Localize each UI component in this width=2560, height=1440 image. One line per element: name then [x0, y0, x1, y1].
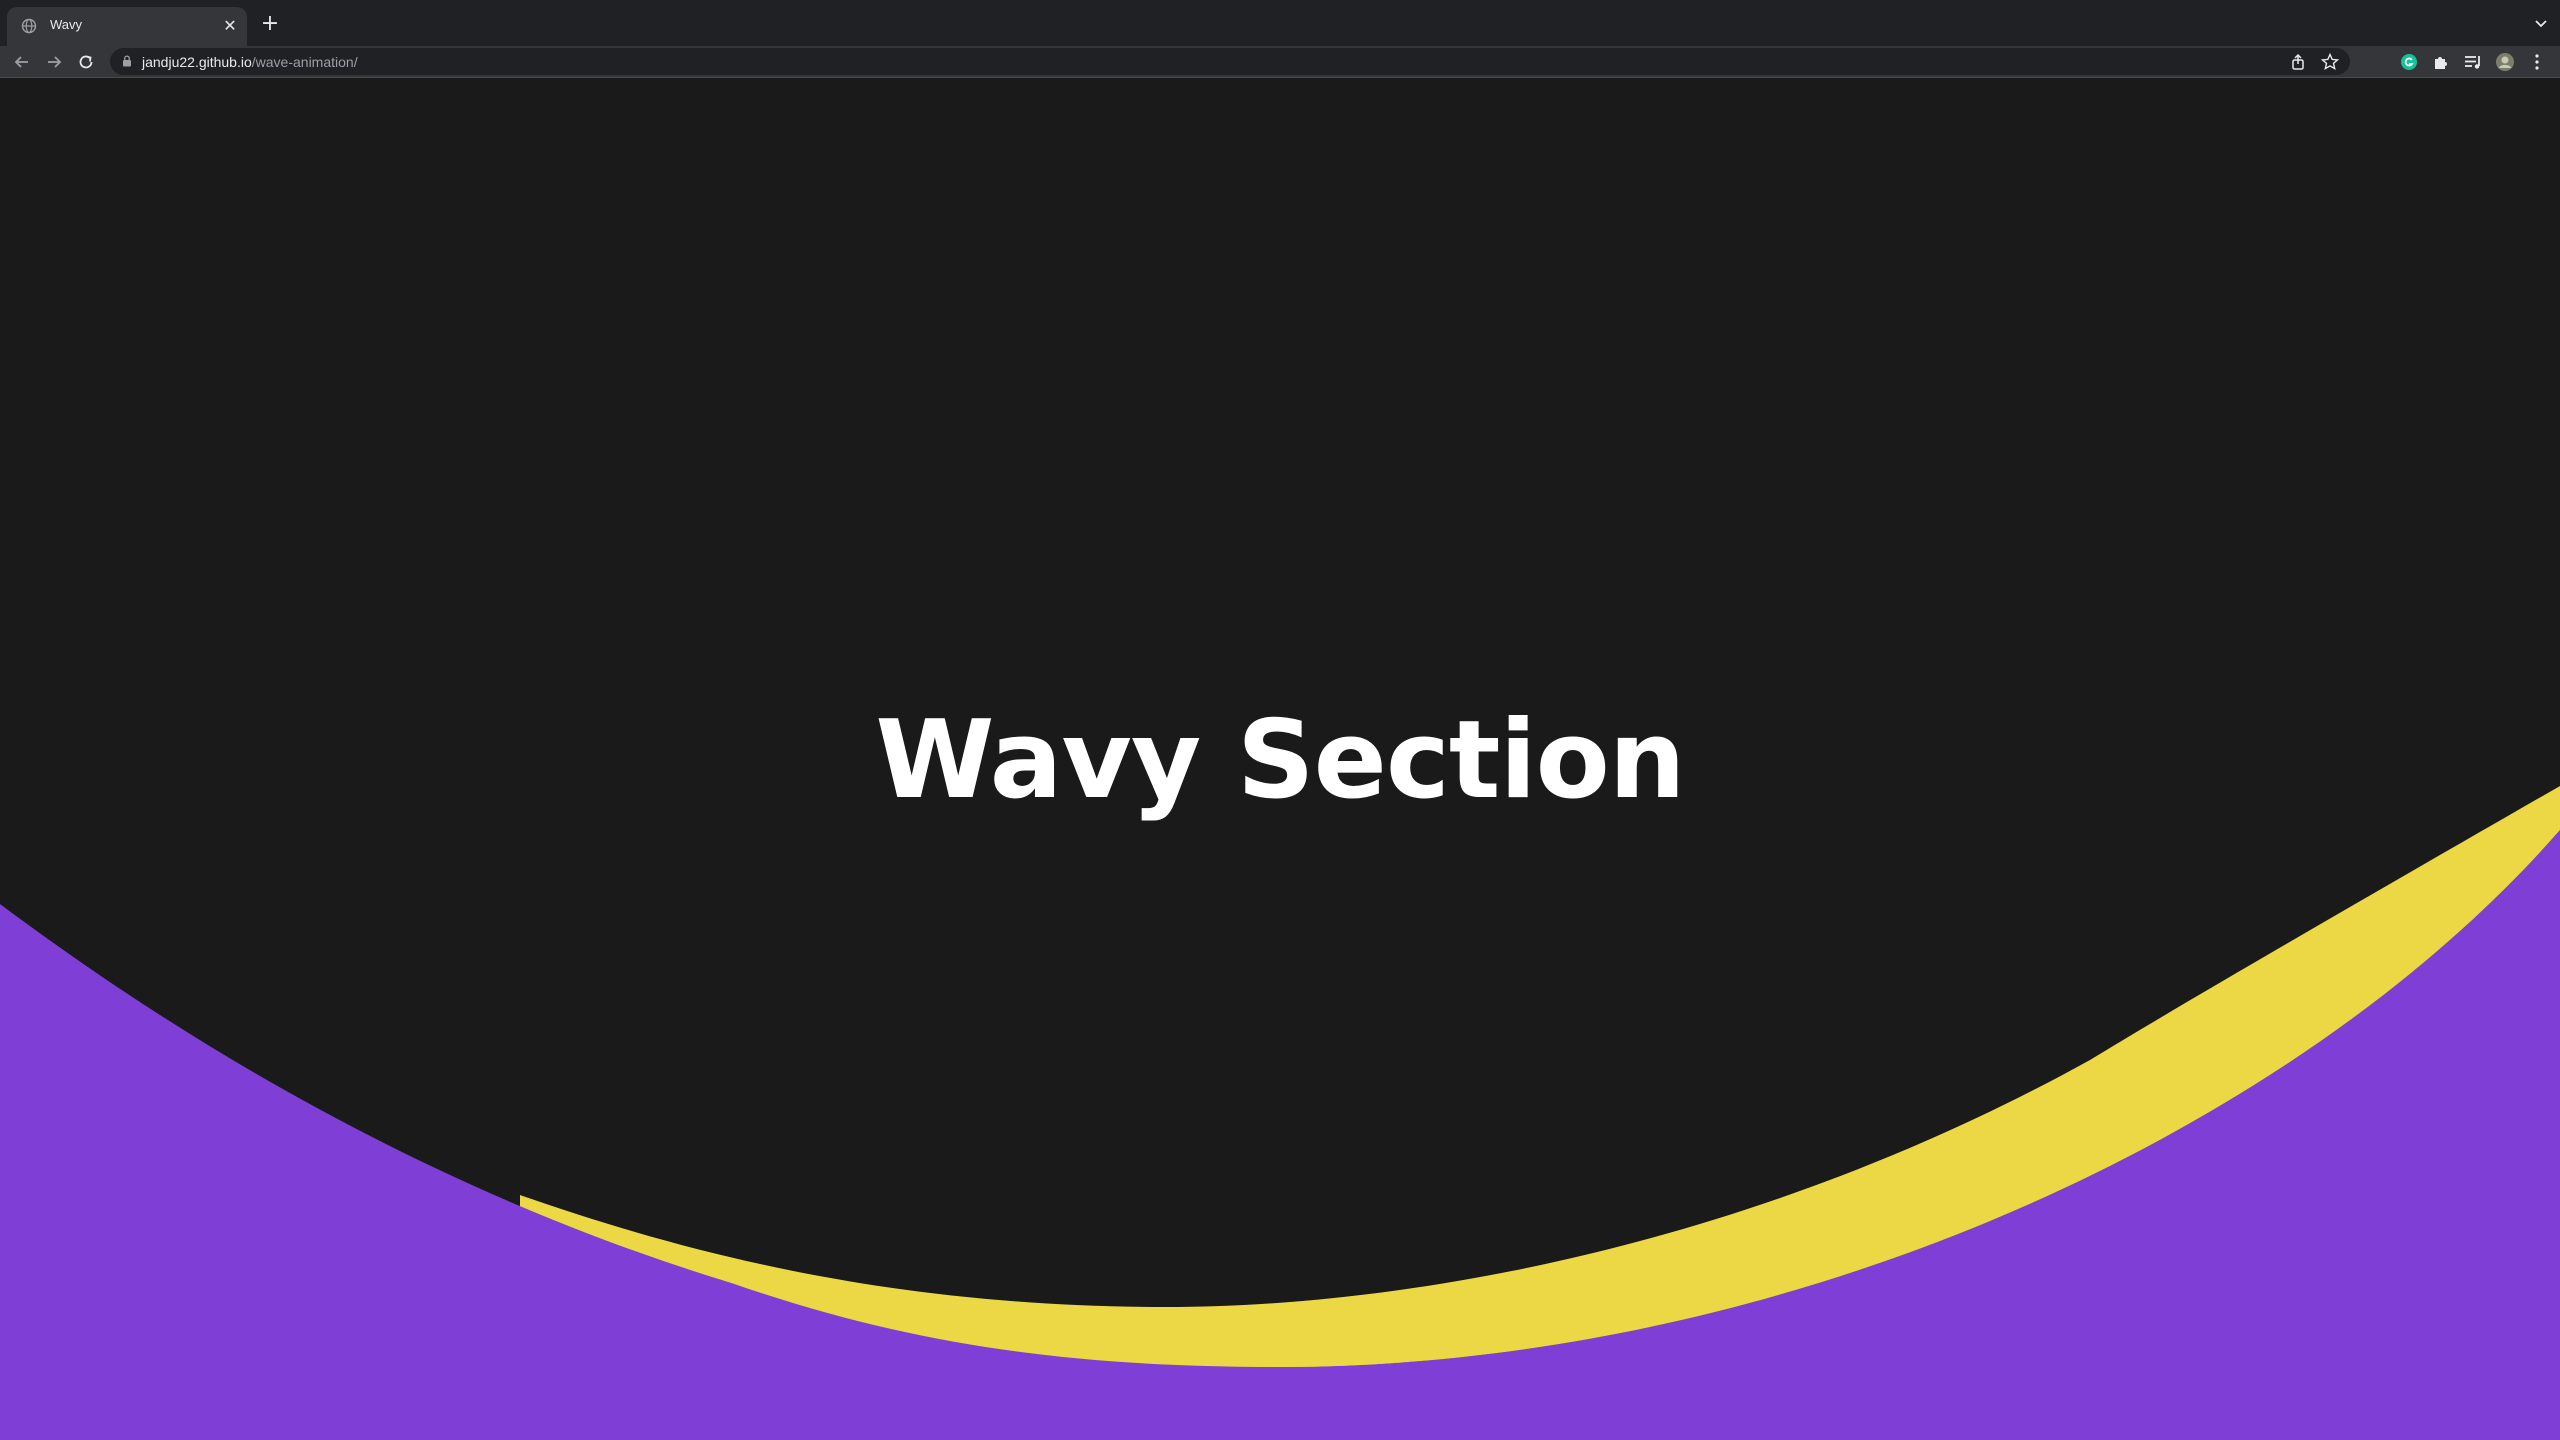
url-host: jandju22.github.io: [142, 54, 252, 70]
browser-window: Wavy ✕ + jandju22.github.io/wave-animati…: [0, 0, 2560, 1440]
media-list-icon[interactable]: [2462, 51, 2484, 73]
kebab-menu-icon[interactable]: [2526, 51, 2548, 73]
share-icon[interactable]: [2288, 52, 2308, 72]
lock-icon: [123, 55, 131, 67]
chevron-down-icon[interactable]: [2530, 12, 2552, 34]
new-tab-button[interactable]: +: [258, 12, 282, 36]
back-arrow-icon[interactable]: [11, 51, 33, 73]
tab-close-button[interactable]: ✕: [221, 17, 239, 35]
globe-icon: [21, 18, 37, 34]
tab-strip: Wavy ✕ +: [0, 0, 2560, 46]
url-text: jandju22.github.io/wave-animation/: [142, 54, 358, 70]
tab-title: Wavy: [50, 17, 83, 32]
url-path: /wave-animation/: [251, 54, 358, 70]
reload-icon[interactable]: [75, 51, 97, 73]
tab-wavy[interactable]: Wavy ✕: [7, 7, 247, 46]
page-viewport: Wavy Section: [0, 78, 2560, 1440]
address-bar[interactable]: jandju22.github.io/wave-animation/: [110, 48, 2350, 75]
star-icon[interactable]: [2320, 52, 2340, 72]
avatar[interactable]: [2494, 51, 2516, 73]
page-title: Wavy Section: [875, 698, 1685, 823]
puzzle-icon[interactable]: [2430, 51, 2452, 73]
toolbar: jandju22.github.io/wave-animation/: [0, 46, 2560, 78]
forward-arrow-icon[interactable]: [43, 51, 65, 73]
grammarly-icon[interactable]: [2398, 51, 2420, 73]
